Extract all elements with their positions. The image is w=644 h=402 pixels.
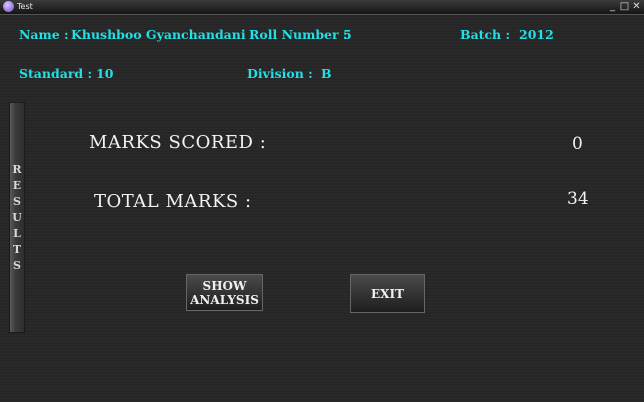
roll-number-label: Roll Number : (249, 27, 348, 42)
division-label: Division : (247, 66, 313, 81)
marks-scored-label: MARKS SCORED : (89, 132, 267, 153)
show-analysis-label-line1: SHOW (202, 278, 247, 293)
title-bar: Test _ □ ✕ (0, 0, 644, 15)
window-title: Test (17, 2, 33, 11)
total-marks-value: 34 (567, 189, 589, 209)
maximize-button[interactable]: □ (619, 0, 630, 14)
results-side-panel: R E S U L T S (9, 102, 25, 333)
total-marks-label: TOTAL MARKS : (94, 191, 252, 212)
results-letter: E (12, 179, 22, 192)
show-analysis-label-line2: ANALYSIS (190, 292, 259, 307)
name-label: Name : (19, 27, 69, 42)
results-letter: T (12, 243, 22, 256)
close-button[interactable]: ✕ (631, 0, 642, 14)
batch-label: Batch : (460, 27, 511, 42)
exit-label: EXIT (371, 286, 404, 301)
marks-scored-value: 0 (572, 134, 583, 154)
minimize-button[interactable]: _ (607, 0, 618, 14)
division-value: B (321, 66, 332, 81)
standard-value: 10 (96, 66, 114, 81)
show-analysis-button[interactable]: SHOW ANALYSIS (186, 274, 263, 311)
results-letter: R (12, 163, 22, 176)
standard-label: Standard : (19, 66, 93, 81)
results-letter: S (13, 259, 21, 272)
results-letter: U (12, 211, 22, 224)
app-icon (3, 1, 14, 12)
batch-value: 2012 (519, 27, 554, 42)
app-window: Test _ □ ✕ Name : Khushboo Gyanchandani … (0, 0, 644, 402)
results-letter: S (13, 195, 21, 208)
exit-button[interactable]: EXIT (350, 274, 425, 313)
name-value: Khushboo Gyanchandani (71, 27, 246, 42)
results-letter: L (13, 227, 21, 240)
roll-number-value: 5 (343, 27, 352, 42)
